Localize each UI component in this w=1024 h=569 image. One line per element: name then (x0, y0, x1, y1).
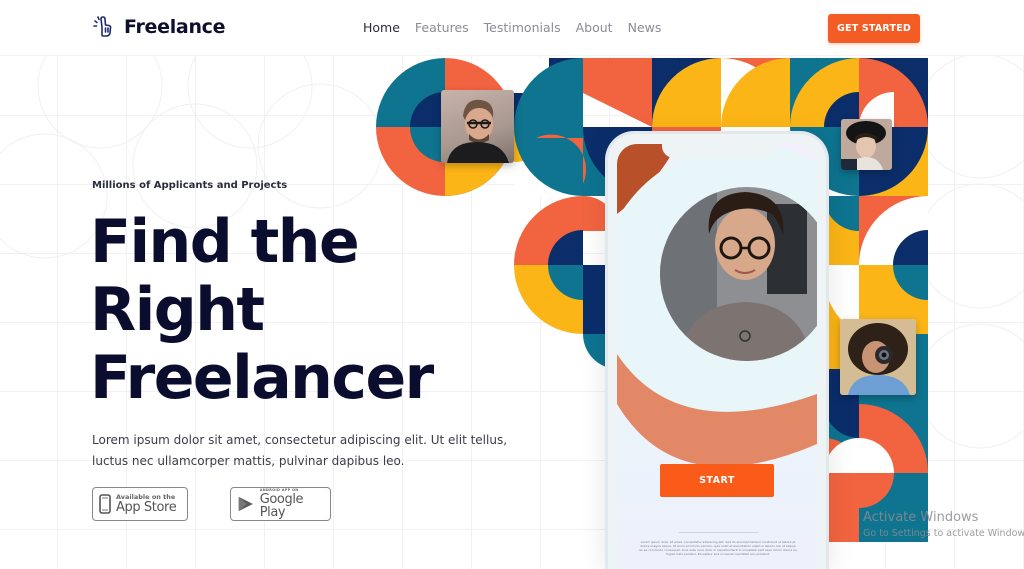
person-photo-icon (841, 119, 892, 170)
mosaic-block (514, 196, 618, 369)
brand-logo[interactable]: Freelance (90, 14, 226, 40)
watermark-subtitle: Go to Settings to activate Windows. (863, 528, 1024, 539)
freelancer-avatar-woman-camera (840, 319, 916, 395)
phone-notch (662, 144, 772, 158)
phone-fine-print: Lorem ipsum dolor sit amet, consectetur … (639, 540, 797, 556)
get-started-button[interactable]: GET STARTED (828, 14, 920, 43)
nav-about[interactable]: About (576, 20, 613, 35)
hero-title-line: Right (90, 275, 265, 345)
google-play-label: Google Play (259, 491, 304, 520)
app-store-label: App Store (116, 499, 177, 515)
google-play-button[interactable]: ANDROID APP ON Google Play (230, 487, 331, 521)
nav-home[interactable]: Home (363, 20, 400, 35)
person-photo-icon (840, 319, 916, 395)
play-triangle-icon (238, 496, 253, 512)
watermark-title: Activate Windows (863, 510, 979, 525)
nav-news[interactable]: News (628, 20, 662, 35)
phone-divider (679, 532, 759, 533)
person-photo-icon (447, 99, 509, 163)
nav-testimonials[interactable]: Testimonials (484, 20, 561, 35)
phone-mockup: START Lorem ipsum dolor sit amet, consec… (608, 134, 826, 569)
nav-features[interactable]: Features (415, 20, 469, 35)
brand-name: Freelance (124, 16, 226, 38)
phone-screen: START Lorem ipsum dolor sit amet, consec… (617, 144, 817, 569)
freelancer-avatar-man (441, 90, 514, 163)
freelancer-avatar-woman-hat (841, 119, 892, 170)
hero-title-line: Freelancer (90, 343, 434, 413)
phone-hero-art (617, 144, 817, 467)
hero-title: Find the Right Freelancer (90, 207, 434, 413)
site-header: Freelance Home Features Testimonials Abo… (0, 0, 1024, 56)
start-button[interactable]: START (660, 464, 774, 497)
hero-eyebrow: Millions of Applicants and Projects (92, 180, 288, 191)
app-store-button[interactable]: Available on the App Store (92, 487, 188, 521)
hero-title-line: Find the (90, 207, 360, 277)
main-nav: Home Features Testimonials About News (363, 20, 661, 35)
hand-pointing-up-icon (93, 16, 112, 37)
phone-icon (99, 494, 111, 514)
hero-description: Lorem ipsum dolor sit amet, consectetur … (92, 433, 508, 468)
windows-activation-watermark: Activate Windows Go to Settings to activ… (863, 510, 1024, 539)
